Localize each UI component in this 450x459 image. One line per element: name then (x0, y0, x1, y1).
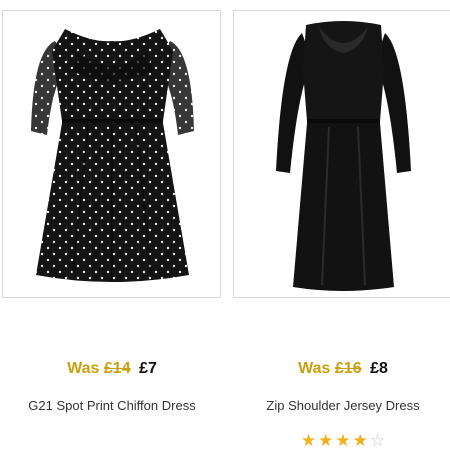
star-empty-icon: ☆ (369, 431, 386, 450)
star-filled-icon: ★ (335, 431, 351, 450)
price-block: Was £14 £7 (2, 359, 222, 379)
product-image[interactable] (233, 10, 450, 298)
product-image[interactable] (2, 10, 221, 298)
spot-print-dress-image (31, 29, 194, 282)
star-filled-icon: ★ (300, 431, 317, 450)
sale-price: £7 (139, 360, 157, 377)
old-price: £14 (103, 360, 131, 377)
old-price: £16 (334, 360, 362, 377)
sale-price: £8 (370, 360, 388, 377)
product-card: Was £14 £7 G21 Spot Print Chiffon Dress (2, 0, 222, 459)
product-card: Was £16 £8 Zip Shoulder Jersey Dress ★ ★ ★… (233, 0, 450, 459)
star-filled-icon: ★ (318, 431, 334, 450)
product-grid: Was £14 £7 G21 Spot Print Chiffon Dress (0, 0, 450, 459)
star-rating: ★ ★ ★ ★ ☆ (233, 431, 450, 451)
product-name-link[interactable]: Zip Shoulder Jersey Dress (233, 398, 450, 414)
was-label: Was (298, 360, 331, 377)
jersey-dress-image (276, 21, 411, 291)
price-block: Was £16 £8 (233, 359, 450, 379)
product-name-link[interactable]: G21 Spot Print Chiffon Dress (2, 398, 222, 414)
star-filled-icon: ★ (352, 431, 368, 450)
was-label: Was (67, 360, 100, 377)
